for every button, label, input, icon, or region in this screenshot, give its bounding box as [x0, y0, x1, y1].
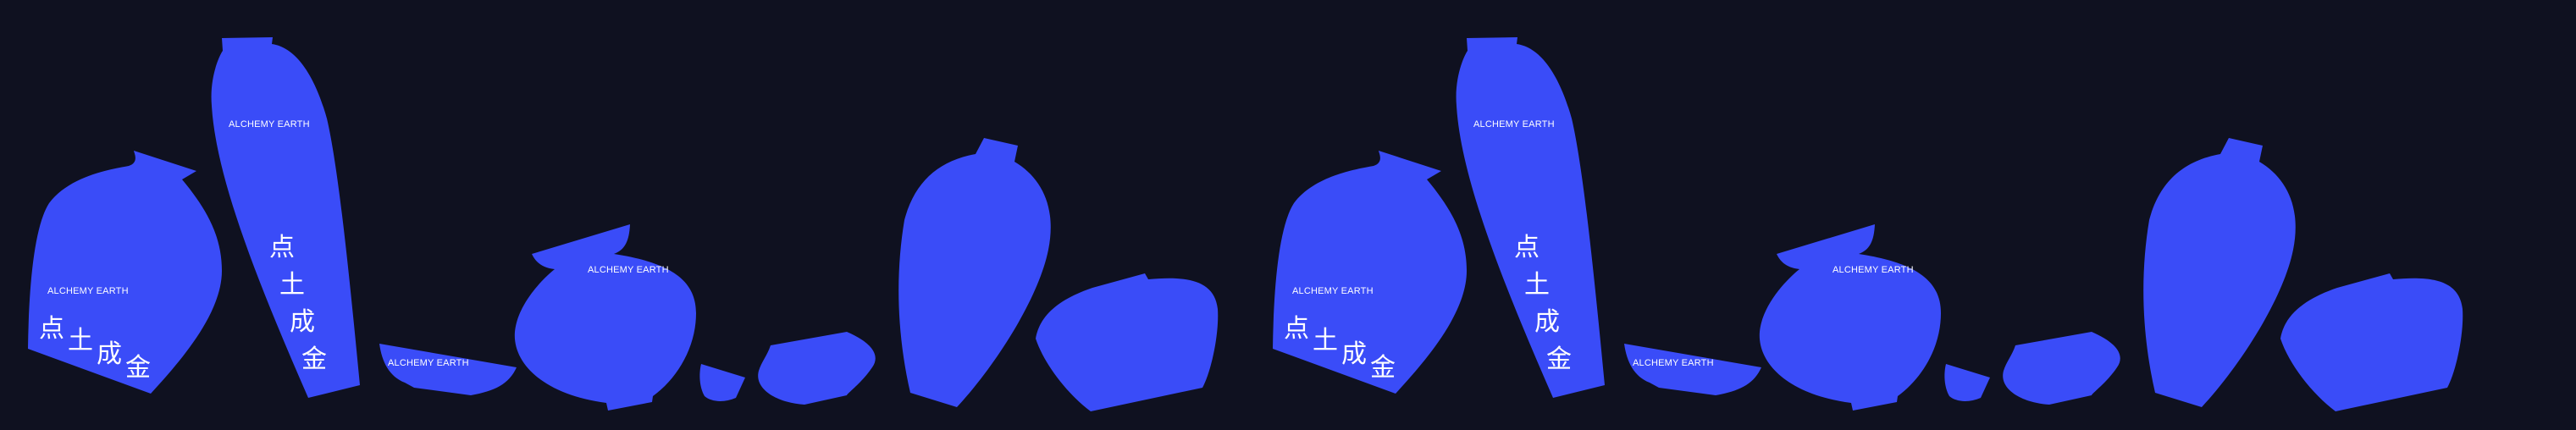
char-label: 土	[1524, 270, 1550, 300]
char-label: 点	[1284, 314, 1309, 344]
char-label: 成	[1341, 339, 1367, 369]
char-label: 点	[1514, 233, 1540, 262]
char-label: 土	[68, 326, 93, 356]
brand-label: ALCHEMY EARTH	[47, 286, 129, 296]
char-label: 金	[125, 353, 151, 383]
char-label: 成	[97, 339, 122, 369]
char-label: 土	[1313, 326, 1338, 356]
char-label: 成	[290, 307, 315, 337]
brand-label: ALCHEMY EARTH	[588, 265, 669, 275]
char-label: 金	[301, 345, 327, 374]
brand-label: ALCHEMY EARTH	[388, 358, 469, 368]
char-label: 土	[279, 270, 305, 300]
brand-label: ALCHEMY EARTH	[1832, 265, 1914, 275]
brand-label: ALCHEMY EARTH	[1633, 358, 1714, 368]
brand-label: ALCHEMY EARTH	[1292, 286, 1374, 296]
char-label: 点	[269, 233, 295, 262]
char-label: 点	[39, 314, 64, 344]
brand-label: ALCHEMY EARTH	[1473, 119, 1555, 130]
brand-label: ALCHEMY EARTH	[229, 119, 310, 130]
char-label: 金	[1370, 353, 1396, 383]
pottery-banner: ALCHEMY EARTH ALCHEMY EARTH ALCHEMY EART…	[0, 0, 2576, 430]
char-label: 金	[1546, 345, 1572, 374]
char-label: 成	[1534, 307, 1560, 337]
